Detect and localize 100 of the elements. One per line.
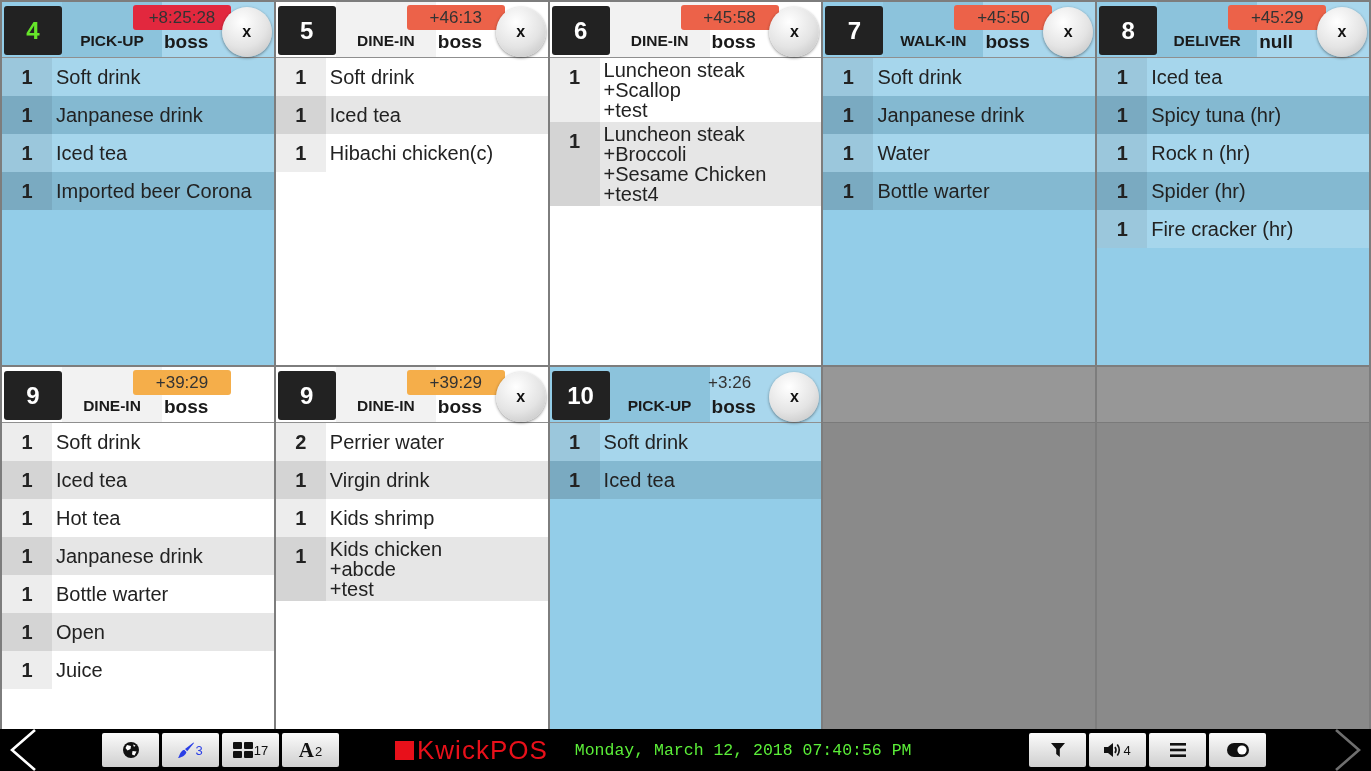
item-quantity: 1 [1097,96,1148,134]
elapsed-time-badge: +39:29 [133,370,231,395]
item-quantity: 1 [1097,134,1148,172]
toggle-button[interactable] [1209,733,1266,767]
item-quantity: 1 [2,96,52,134]
item-name: Perrier water [329,432,445,452]
server-name: boss [711,31,756,53]
menu-icon [1169,743,1186,757]
ticket-number: 6 [573,17,588,44]
item-name: Iced tea [1151,67,1223,87]
item-quantity: 1 [823,58,874,96]
speaker-icon [1104,742,1123,758]
item-quantity: 1 [2,58,52,96]
item-name: Soft drink [56,432,141,452]
item-quantity: 1 [2,499,52,537]
order-type: DINE-IN [356,397,415,415]
item-name: Hibachi chicken(c) [329,143,494,163]
item-quantity: 1 [275,537,326,601]
item-name: Iced tea [56,470,128,490]
order-type: DINE-IN [356,32,415,50]
item-name: Virgin drink [329,470,430,490]
item-quantity: 1 [275,58,326,96]
text-size-button[interactable]: A2 [282,733,339,767]
item-name: Spider (hr) [1151,181,1246,201]
item-name: Kids shrimp [329,508,435,528]
item-quantity: 1 [1097,58,1148,96]
elapsed-time-badge: +45:29 [1228,5,1327,30]
elapsed-time: +3:26 [707,372,753,394]
item-name: Water [877,143,930,163]
item-name: Soft drink [56,67,141,87]
server-name: boss [437,31,483,53]
date-time-text: Monday, March 12, 2018 07:40:56 PM [574,740,912,760]
item-quantity: 1 [823,172,874,210]
item-name: Janpanese drink [877,105,1025,125]
grid-button[interactable]: 17 [222,733,279,767]
ticket-number: 4 [26,17,40,44]
item-name: Luncheon steak [603,124,745,144]
filter-icon [1050,743,1065,757]
item-name: Bottle warter [56,584,169,604]
logo-square-icon [395,740,414,760]
menu-button[interactable] [1149,733,1206,767]
item-quantity: 1 [823,134,874,172]
item-quantity: 1 [823,96,874,134]
ticket-number: 8 [1121,17,1135,44]
item-quantity: 1 [549,423,600,461]
item-modifier: +Sesame Chicken [603,164,767,184]
item-name: Rock n (hr) [1151,143,1251,163]
item-modifier: +test4 [603,184,659,204]
item-quantity: 1 [275,499,326,537]
item-quantity: 1 [1097,210,1148,248]
item-quantity: 1 [549,461,600,499]
ticket-number: 9 [26,382,40,409]
order-type: DINE-IN [630,32,689,50]
paintbrush-button[interactable]: 3 [162,733,219,767]
item-quantity: 1 [2,461,52,499]
server-name: boss [437,396,483,418]
item-name: Juice [56,660,103,680]
item-name: Iced tea [329,105,401,125]
item-name: Janpanese drink [56,546,203,566]
order-type: DINE-IN [83,397,141,415]
item-quantity: 1 [275,134,326,172]
globe-button[interactable] [102,733,159,767]
item-modifier: +Broccoli [603,144,687,164]
item-name: Imported beer Corona [56,181,252,201]
item-quantity: 1 [549,58,600,122]
server-name: boss [985,31,1030,53]
item-quantity: 1 [2,537,52,575]
ticket-number: 10 [567,382,594,409]
ticket-number: 9 [300,382,314,409]
item-quantity: 1 [2,423,52,461]
grid-icon [232,742,253,758]
item-quantity: 1 [1097,172,1148,210]
server-name: boss [711,396,756,418]
item-quantity: 1 [2,613,52,651]
elapsed-time-badge: +46:13 [406,5,505,30]
chevron-left-icon[interactable] [10,729,36,771]
item-quantity: 1 [275,96,326,134]
item-name: Spicy tuna (hr) [1151,105,1282,125]
item-quantity: 1 [2,172,52,210]
volume-button[interactable]: 4 [1089,733,1146,767]
item-name: Janpanese drink [56,105,203,125]
item-name: Open [56,622,105,642]
elapsed-time-badge: +45:58 [680,5,779,30]
item-quantity: 1 [2,575,52,613]
item-name: Soft drink [877,67,962,87]
ticket-number: 5 [300,17,314,44]
item-quantity: 1 [275,461,326,499]
item-name: Luncheon steak [603,60,745,80]
elapsed-time-badge: +45:50 [954,5,1053,30]
logo-text: KwickPOS [417,734,548,766]
server-name: null [1259,31,1293,53]
globe-icon [122,742,139,758]
toggle-icon [1226,743,1249,757]
item-name: Hot tea [56,508,121,528]
filter-button[interactable] [1029,733,1086,767]
server-name: boss [164,31,209,53]
ticket-number: 7 [847,17,862,44]
item-modifier: +abcde [329,559,396,579]
item-quantity: 1 [2,134,52,172]
item-name: Fire cracker (hr) [1151,219,1294,239]
